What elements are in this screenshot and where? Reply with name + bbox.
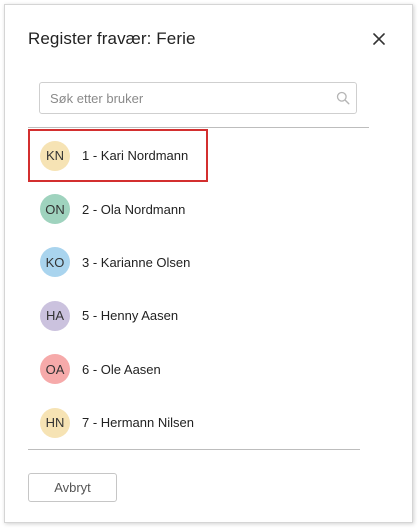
avatar: HN [40,407,70,438]
cancel-button[interactable]: Avbryt [28,473,117,502]
user-name: 7 - Hermann Nilsen [82,415,194,431]
user-name: 1 - Kari Nordmann [82,148,189,164]
avatar: KO [40,247,70,278]
search-icon[interactable] [336,91,350,105]
user-name: 5 - Henny Aasen [82,308,179,324]
avatar: KN [40,140,70,171]
user-list-item[interactable]: HA 5 - Henny Aasen [28,289,368,342]
user-list-item[interactable]: KN 1 - Kari Nordmann [28,129,208,183]
user-list: KN 1 - Kari Nordmann ON 2 - Ola Nordmann… [28,129,368,449]
search-input[interactable] [40,83,330,113]
search-box [39,82,357,114]
user-name: 6 - Ole Aasen [82,361,161,377]
user-list-item[interactable]: OA 6 - Ole Aasen [28,343,368,396]
user-name: 2 - Ola Nordmann [82,201,186,217]
close-icon [373,33,385,45]
user-list-item[interactable]: HN 7 - Hermann Nilsen [28,396,368,449]
dialog-title: Register fravær: Ferie [28,29,196,48]
avatar: ON [40,194,70,225]
list-bottom-divider [28,449,360,450]
avatar: HA [40,300,70,331]
list-top-divider [28,127,369,128]
close-button[interactable] [367,27,391,51]
avatar: OA [40,354,70,385]
user-name: 3 - Karianne Olsen [82,254,191,270]
user-list-item[interactable]: ON 2 - Ola Nordmann [28,182,368,235]
register-absence-dialog: Register fravær: Ferie KN 1 - Kari Nordm… [4,4,413,523]
user-list-item[interactable]: KO 3 - Karianne Olsen [28,236,368,289]
